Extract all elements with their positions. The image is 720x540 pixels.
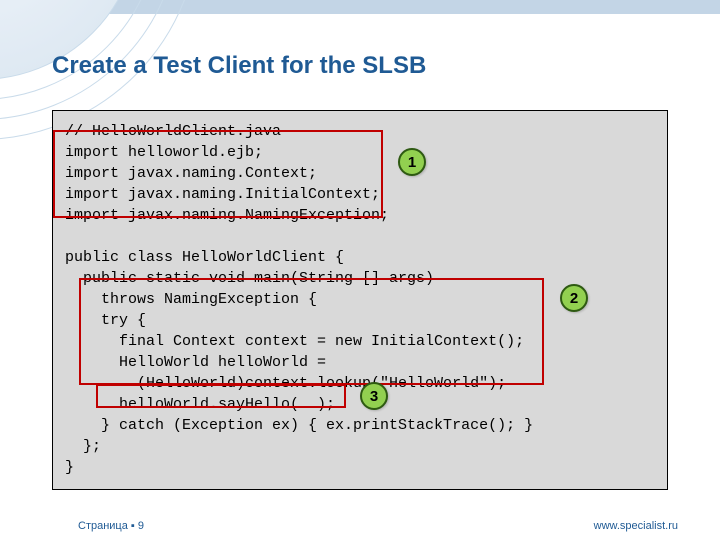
callout-2: 2 xyxy=(560,284,588,312)
callout-3: 3 xyxy=(360,382,388,410)
callout-1: 1 xyxy=(398,148,426,176)
slide: Create a Test Client for the SLSB // Hel… xyxy=(0,0,720,540)
slide-title: Create a Test Client for the SLSB xyxy=(52,52,426,80)
footer-bullet: ▪ xyxy=(131,520,135,532)
footer-page-label: Страница xyxy=(78,520,128,532)
footer-page: Страница ▪ 9 xyxy=(78,520,144,532)
footer-site: www.specialist.ru xyxy=(594,520,678,532)
top-decoration-band xyxy=(0,0,720,14)
footer: Страница ▪ 9 www.specialist.ru xyxy=(0,520,720,532)
footer-page-number: 9 xyxy=(138,520,144,532)
